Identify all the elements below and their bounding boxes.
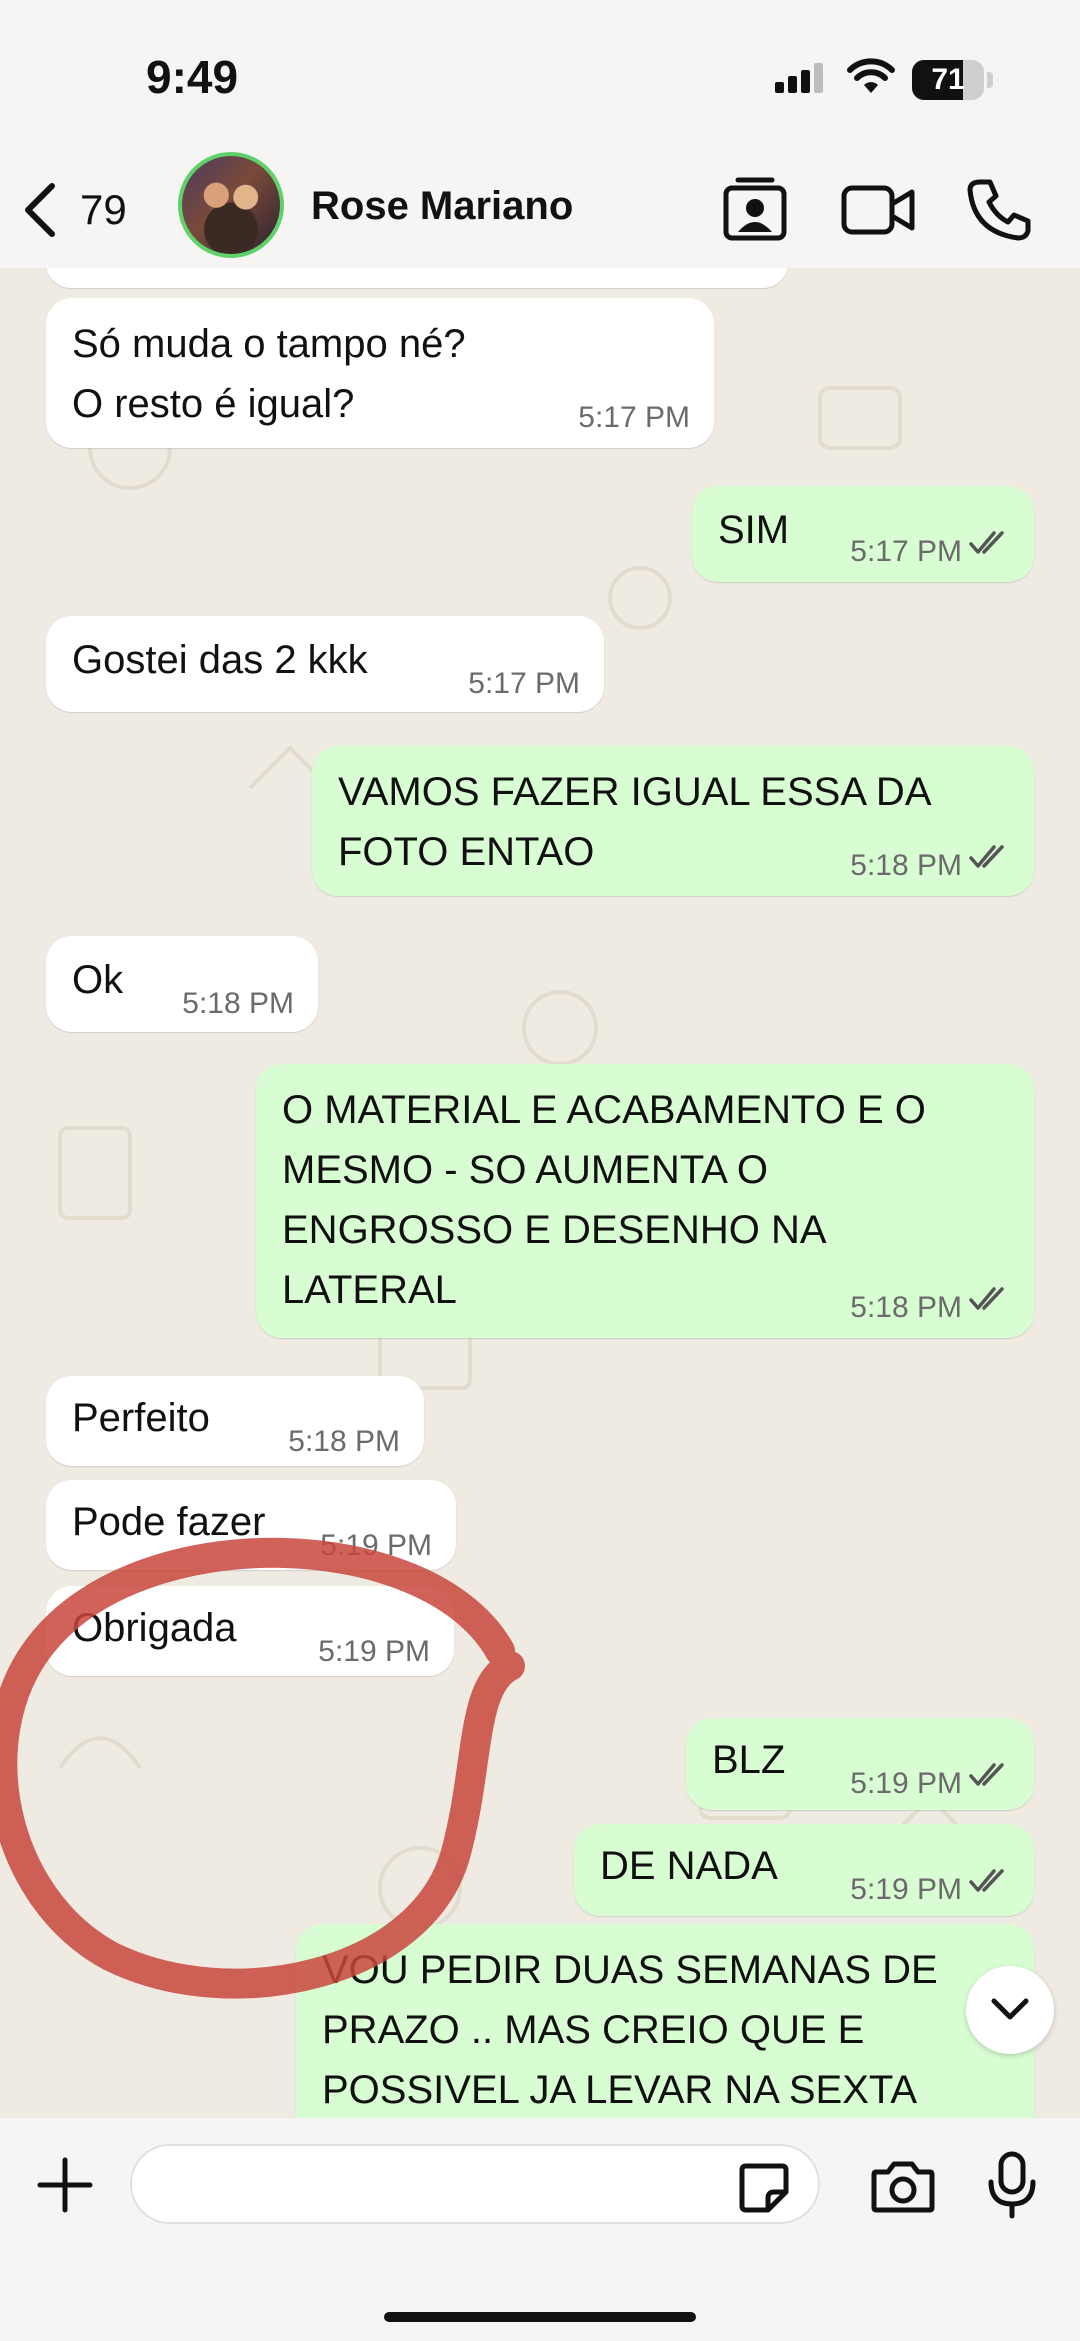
message-time: 5:19 PM — [320, 1529, 432, 1562]
message-text: SIM — [718, 508, 790, 552]
wifi-icon — [847, 58, 895, 93]
outgoing-message[interactable]: BLZ 5:19 PM — [686, 1718, 1034, 1810]
outgoing-message[interactable]: DE NADA 5:19 PM — [574, 1824, 1034, 1916]
avatar[interactable] — [178, 152, 284, 258]
message-time: 5:18 PM — [850, 1291, 962, 1324]
incoming-message[interactable]: Pode fazer 5:19 PM — [46, 1480, 456, 1570]
message-text: BLZ — [712, 1738, 786, 1782]
back-button[interactable]: 79 — [20, 182, 127, 238]
message-text: Só muda o tampo né? O resto é igual? — [72, 322, 466, 426]
contact-card-icon[interactable] — [722, 176, 788, 242]
outgoing-message[interactable]: O MATERIAL E ACABAMENTO E O MESMO - SO A… — [256, 1064, 1034, 1338]
chat-area[interactable]: Só muda o tampo né? O resto é igual? 5:17… — [0, 268, 1080, 2118]
message-text: Obrigada — [72, 1606, 237, 1650]
incoming-message[interactable]: Ok 5:18 PM — [46, 936, 318, 1032]
message-time: 5:19 PM — [318, 1635, 430, 1668]
battery-tip — [987, 72, 993, 88]
message-time: 5:17 PM — [578, 401, 690, 434]
message-bubble-partial[interactable] — [46, 268, 788, 288]
message-time: 5:19 PM — [850, 1767, 962, 1800]
battery-percent: 71 — [931, 63, 965, 96]
plus-icon[interactable] — [36, 2156, 94, 2214]
message-text: O MATERIAL E ACABAMENTO E O MESMO - SO A… — [282, 1088, 926, 1312]
outgoing-message[interactable]: VAMOS FAZER IGUAL ESSA DA FOTO ENTAO 5:18… — [312, 746, 1034, 896]
message-text: Ok — [72, 958, 124, 1002]
scroll-to-bottom-button[interactable] — [966, 1966, 1054, 2054]
status-time: 9:49 — [146, 51, 239, 103]
composer-bar — [0, 2118, 1080, 2341]
unread-count: 79 — [80, 186, 127, 233]
microphone-icon[interactable] — [985, 2150, 1039, 2220]
phone-call-icon[interactable] — [966, 176, 1032, 242]
incoming-message[interactable]: Só muda o tampo né? O resto é igual? 5:17… — [46, 298, 714, 448]
message-time: 5:17 PM — [468, 667, 580, 700]
message-time: 5:17 PM — [850, 535, 962, 568]
battery-icon: 71 — [912, 60, 984, 100]
outgoing-message[interactable]: VOU PEDIR DUAS SEMANAS DE PRAZO .. MAS C… — [296, 1924, 1034, 2118]
incoming-message[interactable]: Gostei das 2 kkk 5:17 PM — [46, 616, 604, 712]
contact-name[interactable]: Rose Mariano — [311, 184, 573, 229]
read-receipt-icon — [969, 845, 1004, 868]
read-receipt-icon — [969, 1763, 1004, 1786]
message-text: Gostei das 2 kkk — [72, 638, 368, 682]
chevron-down-icon — [991, 1998, 1029, 2020]
incoming-message[interactable]: Obrigada 5:19 PM — [46, 1586, 454, 1676]
read-receipt-icon — [969, 531, 1004, 554]
message-text: Perfeito — [72, 1396, 210, 1440]
status-bar: 9:49 71 — [0, 0, 1080, 160]
message-time: 5:18 PM — [288, 1425, 400, 1458]
camera-icon[interactable] — [870, 2158, 936, 2214]
incoming-message[interactable]: Perfeito 5:18 PM — [46, 1376, 424, 1466]
message-text: Pode fazer — [72, 1500, 266, 1544]
outgoing-message[interactable]: SIM 5:17 PM — [692, 486, 1034, 582]
cellular-signal-icon — [775, 63, 823, 93]
message-input[interactable] — [130, 2144, 820, 2224]
video-call-icon[interactable] — [840, 176, 916, 242]
sticker-icon[interactable] — [738, 2162, 790, 2214]
message-time: 5:18 PM — [182, 987, 294, 1020]
message-time: 5:19 PM — [850, 1873, 962, 1906]
message-text: VAMOS FAZER IGUAL ESSA DA FOTO ENTAO — [338, 770, 932, 874]
message-time: 5:18 PM — [850, 849, 962, 882]
chevron-left-icon — [25, 183, 55, 237]
read-receipt-icon — [969, 1869, 1004, 1892]
message-text: DE NADA — [600, 1844, 778, 1888]
message-text: VOU PEDIR DUAS SEMANAS DE PRAZO .. MAS C… — [322, 1948, 938, 2112]
home-indicator — [384, 2312, 696, 2322]
read-receipt-icon — [969, 1287, 1004, 1310]
